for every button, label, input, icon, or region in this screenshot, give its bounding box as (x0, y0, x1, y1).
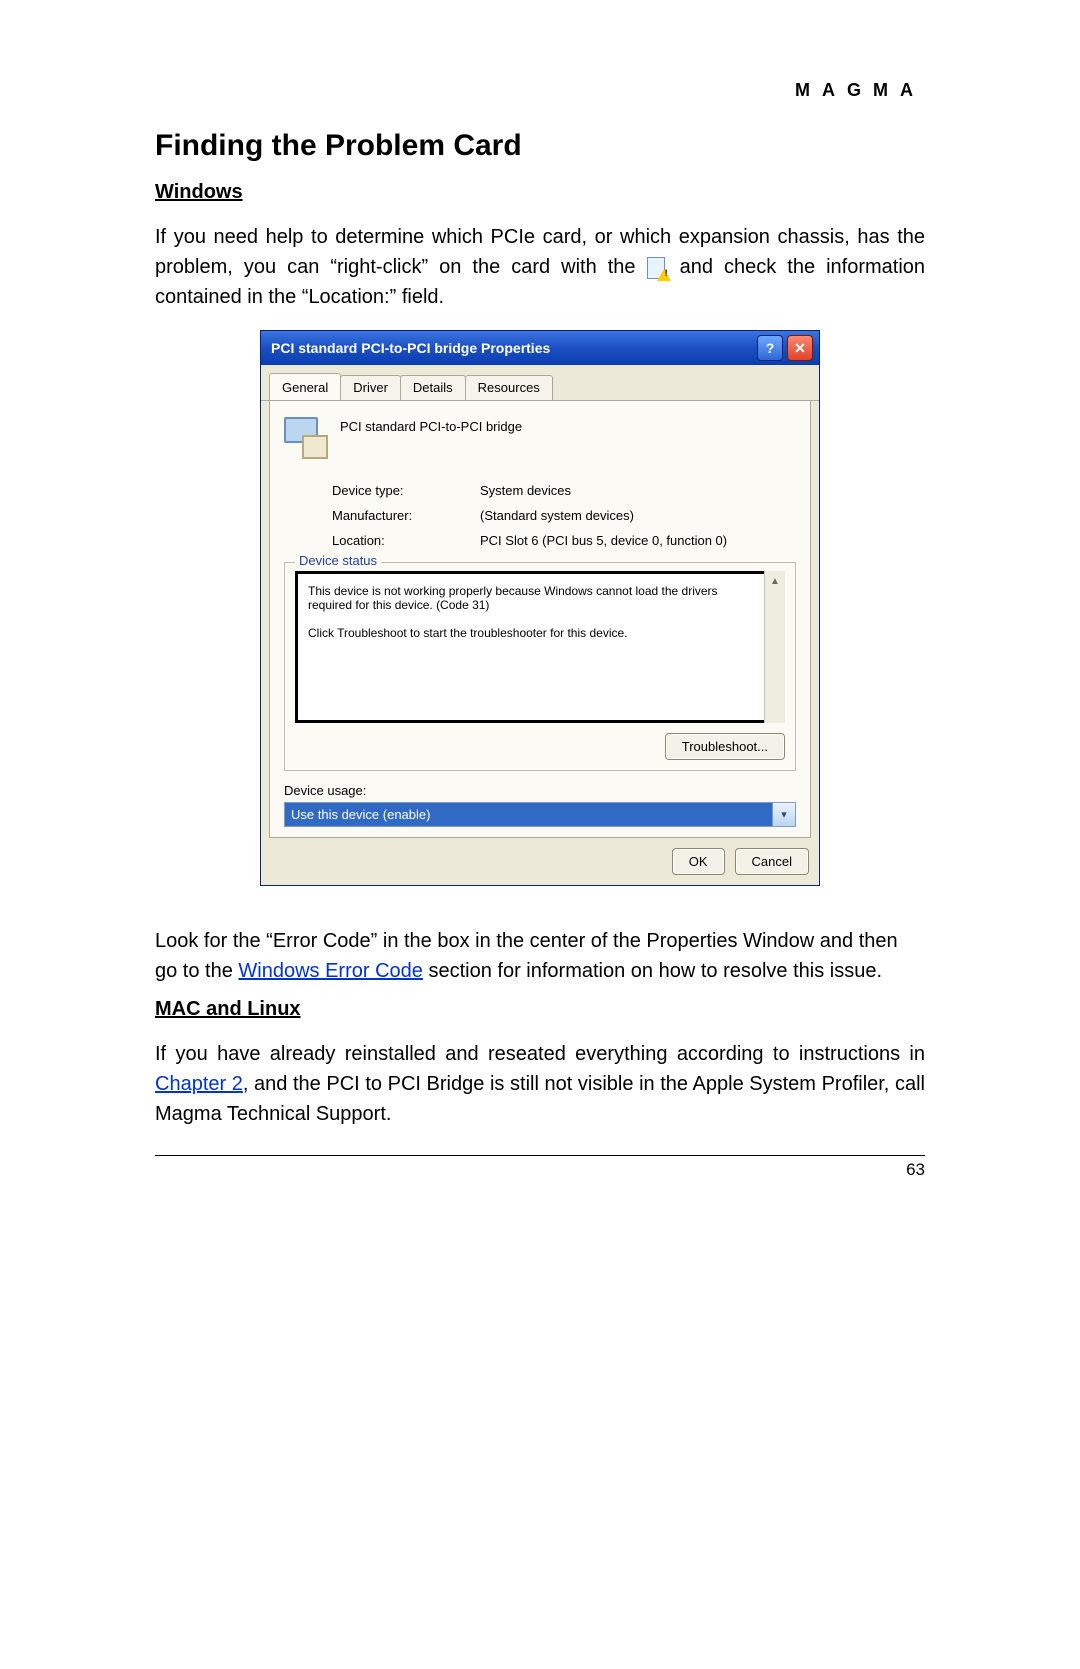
brand-header: MAGMA (155, 80, 925, 101)
device-usage-select[interactable]: Use this device (enable) ▾ (284, 802, 796, 827)
page-number: 63 (155, 1155, 925, 1180)
text: , and the PCI to PCI Bridge is still not… (155, 1073, 925, 1125)
dialog-window: PCI standard PCI-to-PCI bridge Propertie… (260, 330, 820, 886)
help-button[interactable]: ? (757, 335, 783, 361)
window-title: PCI standard PCI-to-PCI bridge Propertie… (271, 340, 550, 356)
device-status-legend: Device status (295, 553, 381, 568)
link-windows-error-code[interactable]: Windows Error Code (238, 960, 423, 982)
dialog-footer: OK Cancel (261, 838, 819, 885)
section-heading-windows: Windows (155, 181, 925, 204)
device-status-textbox: This device is not working properly beca… (295, 571, 785, 723)
scrollbar[interactable]: ▲ (764, 571, 785, 723)
device-icon (284, 415, 328, 459)
ok-button[interactable]: OK (672, 848, 725, 875)
tabs: General Driver Details Resources (261, 365, 819, 401)
scroll-up-icon[interactable]: ▲ (765, 571, 785, 591)
warning-device-icon: ! (647, 257, 669, 279)
device-status-group: Device status This device is not working… (284, 562, 796, 771)
label-manufacturer: Manufacturer: (332, 508, 472, 523)
paragraph: If you have already reinstalled and rese… (155, 1039, 925, 1129)
status-line: This device is not working properly beca… (308, 584, 772, 612)
section-heading-mac-linux: MAC and Linux (155, 998, 925, 1021)
cancel-button[interactable]: Cancel (735, 848, 809, 875)
label-device-type: Device type: (332, 483, 472, 498)
status-line: Click Troubleshoot to start the troubles… (308, 626, 772, 640)
close-button[interactable]: ✕ (787, 335, 813, 361)
device-name: PCI standard PCI-to-PCI bridge (340, 415, 522, 434)
properties-dialog-screenshot: PCI standard PCI-to-PCI bridge Propertie… (260, 330, 820, 886)
tab-general[interactable]: General (269, 373, 341, 400)
paragraph: Look for the “Error Code” in the box in … (155, 926, 925, 986)
text: If you have already reinstalled and rese… (155, 1043, 925, 1065)
link-chapter-2[interactable]: Chapter 2 (155, 1073, 243, 1095)
tab-panel-general: PCI standard PCI-to-PCI bridge Device ty… (269, 401, 811, 838)
tab-details[interactable]: Details (400, 375, 466, 400)
tab-resources[interactable]: Resources (465, 375, 553, 400)
paragraph: If you need help to determine which PCIe… (155, 222, 925, 312)
manual-page: MAGMA Finding the Problem Card Windows I… (0, 0, 1080, 1669)
tab-driver[interactable]: Driver (340, 375, 401, 400)
value-device-type: System devices (480, 483, 796, 498)
text: section for information on how to resolv… (423, 960, 882, 982)
page-title: Finding the Problem Card (155, 129, 925, 163)
value-manufacturer: (Standard system devices) (480, 508, 796, 523)
device-usage-label: Device usage: (284, 783, 796, 798)
troubleshoot-button[interactable]: Troubleshoot... (665, 733, 785, 760)
device-usage-value: Use this device (enable) (285, 803, 772, 826)
label-location: Location: (332, 533, 472, 548)
chevron-down-icon[interactable]: ▾ (772, 803, 795, 826)
value-location: PCI Slot 6 (PCI bus 5, device 0, functio… (480, 533, 796, 548)
titlebar[interactable]: PCI standard PCI-to-PCI bridge Propertie… (261, 331, 819, 365)
